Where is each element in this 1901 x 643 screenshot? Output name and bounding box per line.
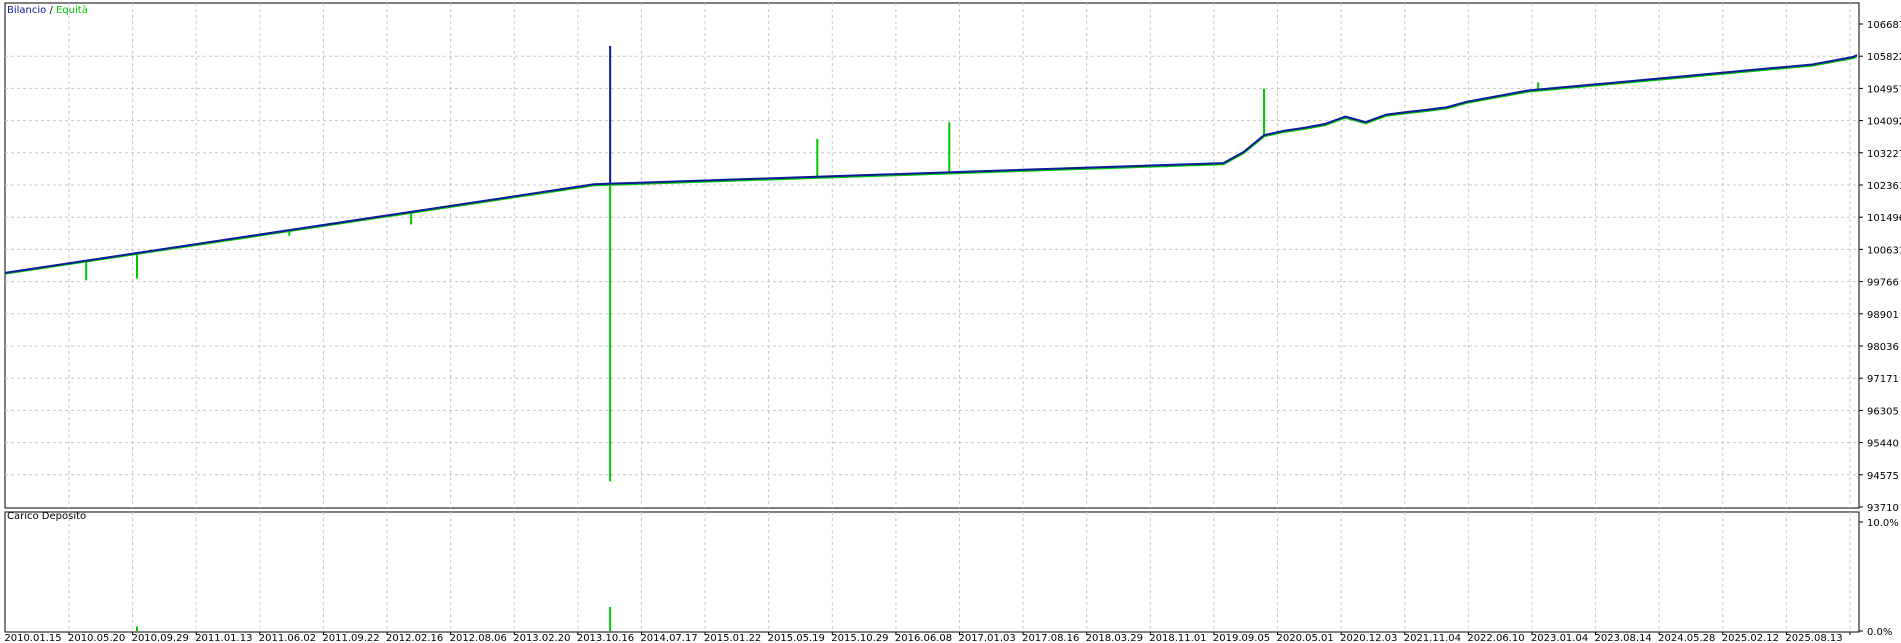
x-tick-label: 2015.05.19: [768, 633, 825, 643]
x-tick-label: 2020.12.03: [1340, 633, 1397, 643]
x-tick-label: 2013.02.20: [513, 633, 570, 643]
x-tick-label: 2023.01.04: [1531, 633, 1588, 643]
x-tick-label: 2020.05.01: [1277, 633, 1334, 643]
x-axis-ticks: 2010.01.15 2010.05.20 2010.09.29 2011.01.13…: [4, 632, 1851, 643]
legend-equity: Equità: [56, 4, 88, 16]
x-tick-label: 2011.06.02: [259, 633, 316, 643]
x-tick-label: 2025.08.13: [1785, 633, 1842, 643]
y-tick-label: 99766: [1867, 278, 1899, 289]
x-tick-label: 2011.01.13: [195, 633, 252, 643]
x-tick-label: 2019.09.05: [1213, 633, 1270, 643]
y-tick-label: 0.0%: [1867, 627, 1892, 638]
y-tick-label: 100631: [1867, 245, 1901, 256]
chart-canvas: 106687 105822 104957 104092 103227 102361 1014…: [4, 2, 1901, 643]
legend: Bilancio / Equità: [7, 4, 88, 16]
x-tick-label: 2012.08.06: [450, 633, 507, 643]
y-tick-label: 105822: [1867, 52, 1901, 63]
x-tick-label: 2012.02.16: [386, 633, 443, 643]
y-tick-label: 102361: [1867, 181, 1901, 192]
y-tick-label: 95440: [1867, 439, 1899, 450]
y-tick-label: 104957: [1867, 84, 1901, 95]
x-tick-label: 2016.06.08: [895, 633, 952, 643]
x-tick-label: 2024.05.28: [1658, 633, 1715, 643]
deposit-load-title: Carico Deposito: [7, 511, 86, 522]
deposit-load-panel: 10.0% 0.0% Carico Deposito: [4, 511, 1899, 638]
y-tick-label: 94575: [1867, 471, 1899, 482]
y-tick-label: 97171: [1867, 374, 1899, 385]
x-tick-label: 2022.06.10: [1467, 633, 1524, 643]
x-tick-label: 2018.11.01: [1149, 633, 1206, 643]
y-axis-ticks: 106687 105822 104957 104092 103227 102361 1014…: [1859, 20, 1901, 514]
x-tick-label: 2010.01.15: [4, 633, 61, 643]
deposit-load-y-ticks: 10.0% 0.0%: [1859, 518, 1899, 638]
y-tick-label: 106687: [1867, 20, 1901, 31]
legend-separator: /: [46, 5, 56, 16]
x-tick-label: 2010.09.29: [132, 633, 189, 643]
equity-panel-frame: [4, 2, 1860, 509]
x-tick-label: 2025.02.12: [1722, 633, 1779, 643]
deposit-load-panel-frame: [4, 511, 1860, 633]
y-tick-label: 93710: [1867, 503, 1899, 514]
x-tick-label: 2015.10.29: [831, 633, 888, 643]
y-tick-label: 98901: [1867, 310, 1899, 321]
x-tick-label: 2018.03.29: [1086, 633, 1143, 643]
equity-panel: 106687 105822 104957 104092 103227 102361 1014…: [4, 2, 1901, 514]
x-tick-label: 2015.01.22: [704, 633, 761, 643]
x-tick-label: 2021.11.04: [1404, 633, 1461, 643]
x-tick-label: 2017.01.03: [958, 633, 1015, 643]
x-tick-label: 2014.07.17: [640, 633, 697, 643]
x-tick-label: 2023.08.14: [1595, 633, 1652, 643]
x-tick-label: 2011.09.22: [322, 633, 379, 643]
x-tick-label: 2017.08.16: [1022, 633, 1079, 643]
y-tick-label: 104092: [1867, 117, 1901, 128]
x-tick-label: 2013.10.16: [577, 633, 634, 643]
x-tick-label: 2010.05.20: [68, 633, 125, 643]
y-tick-label: 96305: [1867, 406, 1899, 417]
y-tick-label: 103227: [1867, 149, 1901, 160]
y-tick-label: 10.0%: [1867, 518, 1899, 529]
legend-balance: Bilancio: [7, 5, 46, 16]
y-tick-label: 101496: [1867, 213, 1901, 224]
y-tick-label: 98036: [1867, 342, 1899, 353]
